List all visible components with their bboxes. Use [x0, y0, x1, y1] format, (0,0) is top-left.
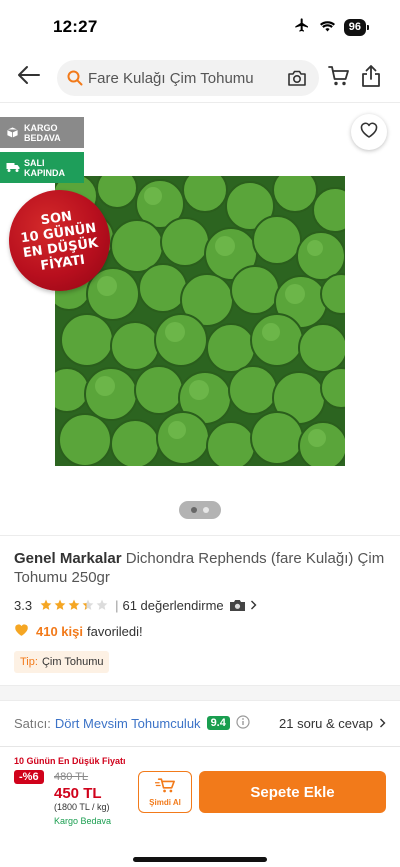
photo-camera-icon [229, 599, 246, 612]
star-icon [68, 599, 80, 610]
star-empty-icon [96, 599, 108, 610]
section-separator [0, 685, 400, 701]
pager-dot-1[interactable] [191, 507, 197, 513]
box-icon [6, 126, 19, 139]
back-button[interactable] [16, 65, 42, 89]
unit-price: (1800 TL / kg) [54, 802, 110, 812]
status-time: 12:27 [53, 17, 98, 36]
bottom-purchase-bar: 10 Günün En Düşük Fiyatı -%6 480 TL 450 … [0, 746, 400, 867]
discount-badge: -%6 [14, 770, 44, 784]
buy-now-label: Şimdi Al [149, 798, 181, 807]
heart-icon [360, 122, 378, 143]
lowest-price-label: 10 Günün En Düşük Fiyatı [14, 756, 126, 766]
buy-now-button[interactable]: Şimdi Al [138, 771, 192, 813]
search-input[interactable]: Fare Kulağı Çim Tohumu [57, 60, 319, 96]
seller-score: 9.4 [206, 716, 230, 730]
product-gallery[interactable]: KARGO BEDAVA SALI KAPINDA SON 10 GÜNÜN E… [0, 103, 400, 535]
search-icon [67, 70, 83, 91]
add-to-cart-button[interactable]: Sepete Ekle [199, 771, 386, 813]
seller-name[interactable]: Dört Mevsim Tohumculuk [55, 716, 201, 731]
search-query: Fare Kulağı Çim Tohumu [88, 70, 254, 87]
star-half-icon [82, 599, 94, 610]
info-icon[interactable] [236, 714, 250, 732]
tuesday-delivery-badge: SALI KAPINDA [0, 152, 84, 183]
favorite-text: favoriledi! [87, 623, 143, 639]
home-indicator [133, 857, 267, 862]
tag-key: Tip: [20, 656, 38, 668]
status-icons: 96 [293, 17, 370, 38]
badge-cargo-line2: BEDAVA [24, 132, 61, 143]
product-title: Genel Markalar Dichondra Rephends (fare … [14, 549, 386, 587]
free-cargo-badge: KARGO BEDAVA [0, 117, 84, 148]
current-price: 450 TL [54, 785, 102, 802]
favorites-row: 410 kişi favoriledi! [14, 622, 143, 640]
badge-sali-line1: SALI [24, 157, 45, 168]
qa-label: 21 soru & cevap [279, 715, 373, 731]
product-brand[interactable]: Genel Markalar [14, 550, 122, 567]
old-price: 480 TL [54, 771, 89, 783]
gallery-pager[interactable] [179, 501, 221, 519]
airplane-icon [293, 17, 311, 38]
rating-value: 3.3 [14, 597, 33, 613]
gallery-divider [0, 535, 400, 536]
tag-value: Çim Tohumu [41, 656, 104, 668]
favorite-count: 410 kişi [36, 623, 83, 639]
star-icon [40, 599, 52, 610]
questions-answers-link[interactable]: 21 soru & cevap [279, 716, 386, 731]
review-count[interactable]: 61 değerlendirme [122, 598, 223, 613]
cart-button[interactable] [328, 65, 350, 92]
rating-row[interactable]: 3.3 | 61 değerlendirme [14, 596, 257, 614]
rating-stars [40, 599, 108, 611]
seller-row: Satıcı: Dört Mevsim Tohumculuk 9.4 21 so… [14, 713, 386, 733]
share-button[interactable] [361, 64, 381, 93]
share-icon [361, 65, 381, 92]
favorite-button[interactable] [351, 114, 387, 150]
chevron-right-icon [379, 718, 386, 728]
wifi-icon [319, 19, 336, 37]
free-shipping-label: Kargo Bedava [54, 816, 112, 826]
cart-fast-icon [154, 777, 175, 796]
separator: | [115, 597, 119, 613]
battery-indicator: 96 [343, 19, 370, 36]
camera-icon[interactable] [287, 69, 307, 92]
pager-dot-2[interactable] [203, 507, 209, 513]
seller-label: Satıcı: [14, 715, 51, 731]
status-bar: 12:27 96 [0, 0, 400, 50]
back-arrow-icon [17, 65, 41, 90]
chevron-right-icon [250, 598, 257, 613]
badge-sali-line2: KAPINDA [24, 167, 66, 178]
cart-icon [328, 66, 350, 91]
truck-icon [6, 161, 20, 174]
star-icon [54, 599, 66, 610]
header: Fare Kulağı Çim Tohumu [0, 55, 400, 100]
orange-heart-icon [14, 623, 29, 640]
product-type-tag[interactable]: Tip: Çim Tohumu [14, 651, 110, 673]
badge-cargo-line1: KARGO [24, 122, 58, 133]
